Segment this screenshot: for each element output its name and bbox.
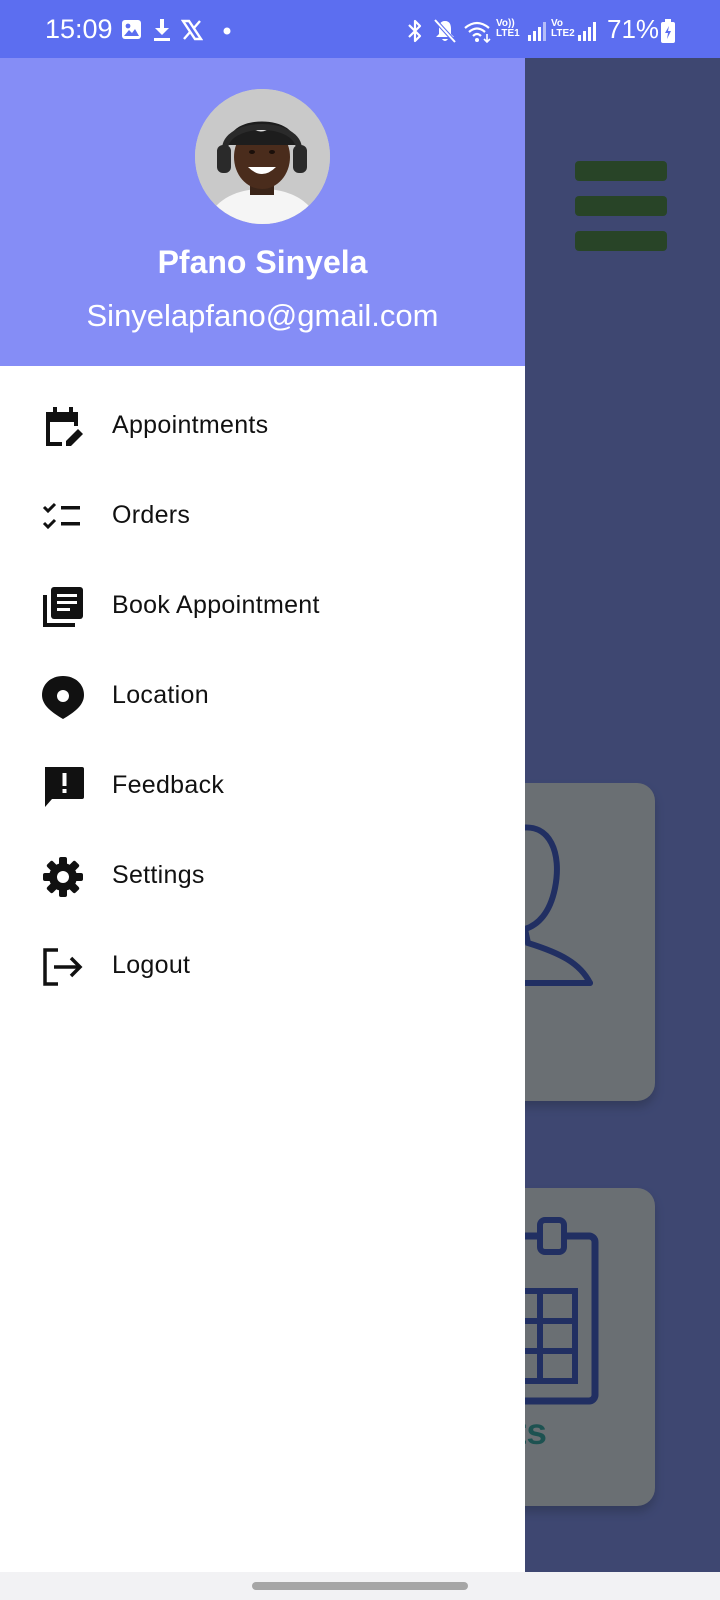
status-bar: 15:09 Vo)) LTE1 Vo LTE2 71%: [0, 0, 720, 58]
battery-charging-icon: [661, 19, 675, 43]
feedback-icon: [45, 767, 84, 807]
menu-item-book-appointment[interactable]: Book Appointment: [0, 562, 525, 652]
menu-label: Settings: [112, 861, 205, 889]
checklist-icon: [42, 502, 80, 530]
battery-percentage: 71%: [607, 14, 660, 44]
menu-label: Orders: [112, 501, 191, 529]
logout-icon: [43, 948, 83, 986]
user-email: Sinyelapfano@gmail.com: [86, 298, 439, 333]
download-icon: [154, 19, 170, 41]
menu-item-orders[interactable]: Orders: [0, 472, 525, 562]
drawer-menu: Appointments Orders Book Appointment Loc…: [0, 366, 525, 1012]
menu-label: Book Appointment: [112, 591, 320, 619]
drawer-header: Pfano Sinyela Sinyelapfano@gmail.com: [0, 58, 525, 366]
notification-dot-icon: [223, 27, 231, 35]
avatar[interactable]: [195, 89, 330, 224]
wifi-icon: [464, 21, 491, 43]
library-books-icon: [43, 587, 83, 627]
network-label-1: Vo)) LTE1: [496, 18, 520, 39]
menu-label: Logout: [112, 951, 191, 979]
network-label-2: Vo LTE2: [551, 18, 575, 39]
signal-icon-2: [578, 22, 596, 41]
navigation-drawer: Pfano Sinyela Sinyelapfano@gmail.com App…: [0, 58, 525, 1572]
calendar-edit-icon: [46, 407, 83, 446]
gesture-navigation-bar: [0, 1572, 720, 1600]
menu-item-feedback[interactable]: Feedback: [0, 742, 525, 832]
menu-label: Appointments: [112, 411, 269, 439]
home-gesture-handle[interactable]: [252, 1582, 468, 1590]
menu-item-location[interactable]: Location: [0, 652, 525, 742]
status-time: 15:09: [45, 14, 113, 44]
bluetooth-icon: [408, 19, 422, 43]
signal-icon: [528, 22, 546, 41]
gallery-icon: [122, 20, 141, 39]
x-logo-icon: [181, 19, 203, 41]
gear-icon: [43, 857, 83, 897]
profile-photo: [195, 89, 330, 224]
user-name: Pfano Sinyela: [157, 244, 368, 280]
menu-item-logout[interactable]: Logout: [0, 922, 525, 1012]
menu-label: Location: [112, 681, 209, 709]
menu-item-settings[interactable]: Settings: [0, 832, 525, 922]
menu-label: Feedback: [112, 771, 225, 799]
location-pin-icon: [42, 676, 84, 719]
mute-icon: [433, 18, 457, 44]
menu-item-appointments[interactable]: Appointments: [0, 382, 525, 472]
